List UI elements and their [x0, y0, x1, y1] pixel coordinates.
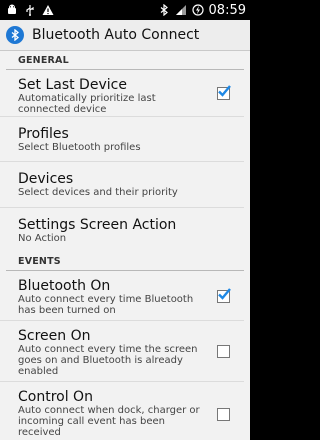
status-right-icons: 08:59	[158, 0, 246, 20]
pref-summary: Auto connect every time the screen goes …	[18, 344, 198, 377]
pref-screen-on[interactable]: Screen On Auto connect every time the sc…	[0, 321, 244, 382]
pref-summary: No Action	[18, 233, 67, 244]
pref-title: Devices	[18, 171, 74, 187]
action-bar: Bluetooth Auto Connect	[0, 20, 250, 51]
section-header-events: EVENTS	[6, 252, 244, 271]
status-left-icons	[6, 4, 54, 16]
bluetooth-app-icon[interactable]	[6, 26, 24, 44]
pref-title: Set Last Device	[18, 77, 127, 93]
checkmark-icon	[218, 85, 231, 97]
pref-title: Bluetooth On	[18, 278, 111, 294]
pref-profiles[interactable]: Profiles Select Bluetooth profiles	[0, 117, 244, 162]
section-header-general: GENERAL	[6, 51, 244, 70]
android-debug-icon	[8, 4, 16, 14]
pref-title: Settings Screen Action	[18, 217, 177, 233]
signal-icon	[175, 5, 186, 15]
app-frame: 08:59 Bluetooth Auto Connect GENERAL Set…	[0, 0, 250, 440]
pref-title: Screen On	[18, 328, 91, 344]
pref-summary: Select Bluetooth profiles	[18, 142, 141, 153]
pref-summary: Auto connect when dock, charger or incom…	[18, 405, 200, 438]
section-header-label: GENERAL	[18, 55, 69, 66]
bluetooth-glyph-icon	[11, 29, 20, 41]
pref-control-on[interactable]: Control On Auto connect when dock, charg…	[0, 382, 244, 440]
pref-bluetooth-on[interactable]: Bluetooth On Auto connect every time Blu…	[0, 271, 244, 321]
set-last-device-checkbox[interactable]	[217, 85, 231, 100]
pref-devices[interactable]: Devices Select devices and their priorit…	[0, 162, 244, 208]
checkmark-icon	[218, 287, 231, 300]
battery-charging-icon	[191, 4, 204, 16]
pref-title: Profiles	[18, 126, 69, 142]
bluetooth-icon	[160, 4, 168, 16]
status-bar: 08:59	[0, 0, 250, 20]
app-title: Bluetooth Auto Connect	[32, 27, 200, 43]
section-header-label: EVENTS	[18, 256, 61, 267]
warning-icon	[42, 5, 54, 15]
status-time: 08:59	[208, 2, 246, 18]
control-on-checkbox[interactable]	[217, 408, 230, 421]
pref-summary: Select devices and their priority	[18, 187, 178, 198]
pref-summary: Auto connect every time Bluetooth has be…	[18, 294, 194, 316]
pref-summary: Automatically prioritize last connected …	[18, 93, 156, 115]
pref-title: Control On	[18, 389, 93, 405]
pref-settings-screen-action[interactable]: Settings Screen Action No Action	[0, 208, 244, 252]
pref-set-last-device[interactable]: Set Last Device Automatically prioritize…	[0, 70, 244, 117]
preferences-list[interactable]: GENERAL Set Last Device Automatically pr…	[0, 51, 250, 440]
usb-icon	[26, 5, 34, 16]
screen-on-checkbox[interactable]	[217, 345, 230, 358]
bluetooth-on-checkbox[interactable]	[217, 287, 231, 303]
